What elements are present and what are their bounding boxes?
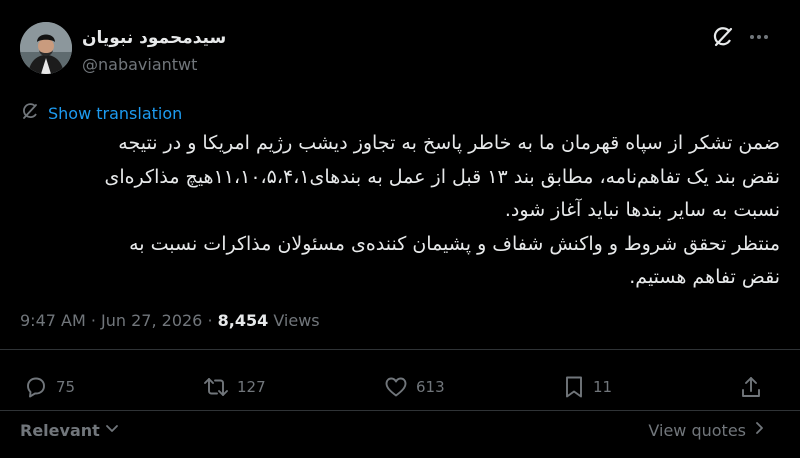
more-icon[interactable] <box>746 24 772 50</box>
tweet-line: منتظر تحقق شروط و واکنش شفاف و پشیمان کن… <box>129 232 780 255</box>
like-button[interactable]: 613 <box>384 374 445 400</box>
tweet-line: ضمن تشکر از سپاه قهرمان ما به خاطر پاسخ … <box>118 132 780 154</box>
like-icon <box>384 375 408 399</box>
retweet-icon <box>203 375 229 399</box>
divider <box>0 410 800 411</box>
bookmark-count: 11 <box>593 378 613 396</box>
avatar[interactable] <box>20 22 72 74</box>
tweet-line: نسبت به سایر بندها نباید آغاز شود. <box>504 199 780 221</box>
like-count: 613 <box>416 378 445 396</box>
reply-button[interactable]: 75 <box>24 374 75 400</box>
retweet-count: 127 <box>237 378 266 396</box>
tweet-line: نقض تفاهم هستیم. <box>629 266 780 288</box>
translate-icon <box>20 101 40 125</box>
view-quotes-link[interactable]: View quotes <box>648 420 766 440</box>
author-handle[interactable]: @nabaviantwt <box>82 55 197 74</box>
show-translation-link[interactable]: Show translation <box>20 101 182 125</box>
share-button[interactable] <box>740 374 762 400</box>
reply-sort-dropdown[interactable]: Relevant <box>20 420 120 440</box>
reply-icon <box>24 375 48 399</box>
author-name[interactable]: سیدمحمود نبویان <box>82 28 226 48</box>
chevron-down-icon <box>104 420 120 440</box>
bookmark-icon <box>563 375 585 399</box>
tweet-meta: 9:47 AM · Jun 27, 2026 · 8,454 Views <box>20 311 320 330</box>
divider <box>0 349 800 350</box>
show-translation-label: Show translation <box>48 103 183 123</box>
tweet-line: نقض بند یک تفاهم‌نامه، مطابق بند ۱۳ قبل … <box>104 165 780 188</box>
reply-count: 75 <box>56 378 76 396</box>
tweet-text: ضمن تشکر از سپاه قهرمان ما به خاطر پاسخ … <box>14 127 780 295</box>
view-quotes-label: View quotes <box>648 420 746 440</box>
reply-sort-label: Relevant <box>20 420 100 440</box>
views-label: Views <box>268 311 320 330</box>
share-icon <box>740 375 762 399</box>
timestamp[interactable]: 9:47 AM · Jun 27, 2026 · <box>20 311 218 330</box>
bookmark-button[interactable]: 11 <box>563 374 612 400</box>
grok-icon[interactable] <box>710 24 736 50</box>
chevron-right-icon <box>752 420 766 440</box>
views-count: 8,454 <box>217 311 269 330</box>
retweet-button[interactable]: 127 <box>203 374 266 400</box>
